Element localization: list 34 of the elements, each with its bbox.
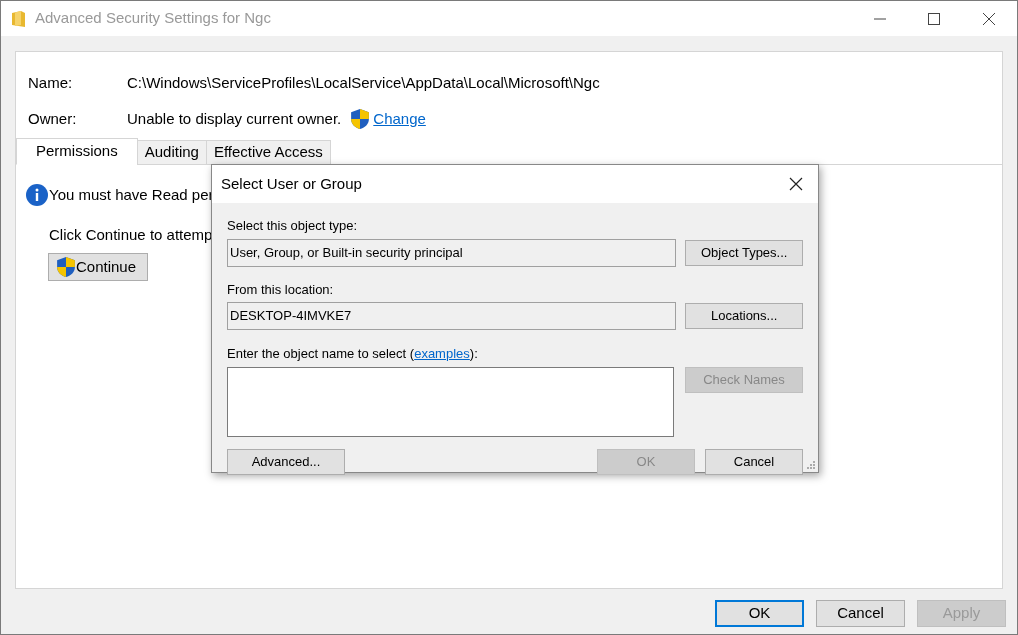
dialog-button[interactable]: Cancel bbox=[705, 448, 803, 475]
resize-grip-icon[interactable] bbox=[806, 460, 816, 470]
owner-label: Owner: bbox=[28, 108, 78, 129]
field-label: From this location: bbox=[227, 280, 335, 299]
maximize-icon[interactable] bbox=[928, 11, 940, 26]
field-label: Enter the object name to select (examples): bbox=[227, 345, 479, 363]
dialog-button[interactable]: Cancel bbox=[816, 600, 905, 627]
dialog-button[interactable]: OK bbox=[715, 600, 804, 627]
tab[interactable]: Permissions bbox=[16, 138, 138, 165]
name-label: Name: bbox=[28, 72, 74, 93]
close-icon[interactable] bbox=[982, 11, 996, 26]
tab[interactable]: Auditing bbox=[136, 140, 207, 165]
dialog-button[interactable]: Object Types... bbox=[685, 239, 803, 266]
shield-icon bbox=[57, 257, 75, 277]
shield-icon bbox=[351, 109, 370, 129]
field-value: User, Group, or Built-in security principal bbox=[227, 238, 677, 267]
continue-button[interactable]: Continue bbox=[48, 253, 148, 281]
folder-icon bbox=[12, 10, 25, 27]
field-value: DESKTOP-4IMVKE7 bbox=[227, 302, 677, 330]
examples-link[interactable]: examples bbox=[414, 346, 470, 361]
instruction-text: Click Continue to attemp bbox=[49, 224, 213, 245]
dialog-button[interactable]: Advanced... bbox=[227, 448, 345, 475]
info-icon bbox=[26, 184, 48, 207]
dialog-title: Select User or Group bbox=[221, 173, 362, 194]
field-label: Select this object type: bbox=[227, 217, 359, 235]
tab[interactable]: Effective Access bbox=[205, 140, 331, 165]
change-link[interactable]: Change bbox=[373, 107, 426, 131]
window-title: Advanced Security Settings for Ngc bbox=[35, 8, 271, 29]
dialog-button[interactable]: Locations... bbox=[685, 303, 803, 329]
info-text: You must have Read per bbox=[49, 185, 214, 205]
owner-value: Unable to display current owner. bbox=[127, 108, 342, 129]
name-value: C:\Windows\ServiceProfiles\LocalService\AppData\Local\Microsoft\Ngc bbox=[127, 72, 600, 93]
object-name-field[interactable] bbox=[227, 366, 674, 437]
close-icon[interactable] bbox=[789, 177, 803, 191]
